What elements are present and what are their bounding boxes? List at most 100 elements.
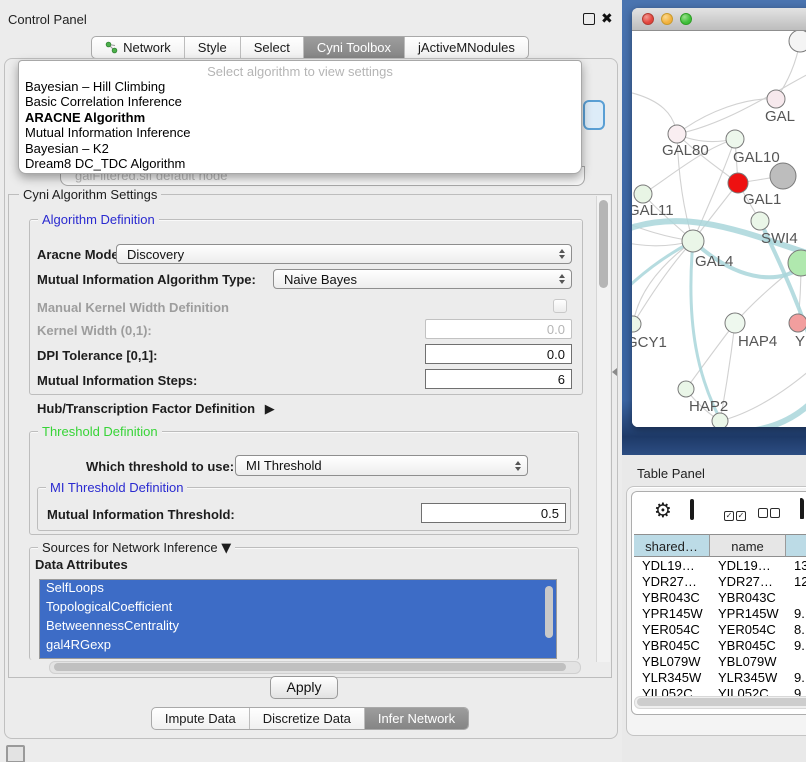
expand-down-icon[interactable]: ▼: [221, 541, 231, 556]
node-unlabeled-top[interactable]: [789, 31, 806, 52]
bottom-tab-infer-network[interactable]: Infer Network: [364, 708, 468, 729]
apply-button[interactable]: Apply: [270, 676, 338, 699]
settings-group-title: Cyni Algorithm Settings: [19, 187, 161, 202]
hidden-combo-button[interactable]: [583, 100, 605, 130]
node-hap2[interactable]: [678, 381, 694, 397]
dpi-tolerance-field[interactable]: 0.0: [425, 344, 572, 364]
node-unlabeled-gray[interactable]: [770, 163, 796, 189]
bottom-tab-label: Discretize Data: [263, 711, 351, 726]
algorithm-option-basic-correlation-inference[interactable]: Basic Correlation Inference: [19, 94, 581, 109]
panel-resize-handle[interactable]: [612, 368, 617, 376]
expand-right-icon[interactable]: ▶: [265, 402, 275, 417]
bottom-tab-label: Infer Network: [378, 711, 455, 726]
mi-threshold-field[interactable]: 0.5: [421, 503, 566, 523]
node-gal4[interactable]: [682, 230, 704, 252]
threshold-definition-title: Threshold Definition: [38, 424, 162, 439]
algorithm-option-bayesian-hill-climbing[interactable]: Bayesian – Hill Climbing: [19, 79, 581, 94]
column-header-2[interactable]: [786, 534, 806, 557]
node-swi4[interactable]: [751, 212, 769, 230]
node-hap4[interactable]: [725, 313, 745, 333]
table-cell: 9.: [794, 638, 806, 653]
algorithm-option-mutual-information-inference[interactable]: Mutual Information Inference: [19, 125, 581, 140]
column-header-name[interactable]: name: [710, 534, 786, 557]
list-scrollbar[interactable]: [545, 586, 553, 638]
table-panel: ⚙ ✓✓ shared…name YDL19…YDL19…13YDR27…YDR…: [626, 486, 806, 736]
algorithm-option-aracne-algorithm[interactable]: ARACNE Algorithm: [19, 110, 581, 125]
table-horizontal-scrollbar[interactable]: [634, 696, 806, 709]
tab-jactivemnodules[interactable]: jActiveMNodules: [404, 37, 528, 58]
dpi-tolerance-label: DPI Tolerance [0,1]:: [37, 348, 157, 363]
mi-threshold-group-title: MI Threshold Definition: [46, 480, 187, 495]
table-row[interactable]: YDL19…YDL19…13: [632, 557, 806, 573]
table-row[interactable]: YER054CYER054C8.: [632, 621, 806, 637]
split-view-icon[interactable]: [690, 501, 694, 519]
table-row[interactable]: YBR043CYBR043C: [632, 589, 806, 605]
tab-label: Select: [254, 40, 290, 55]
node-gal1[interactable]: [728, 173, 748, 193]
which-threshold-select[interactable]: MI Threshold: [235, 455, 528, 476]
settings-horizontal-scrollbar[interactable]: [49, 661, 581, 674]
algorithm-option-dream8-dc-tdc-algorithm[interactable]: Dream8 DC_TDC Algorithm: [19, 156, 581, 171]
attribute-item-betweennesscentrality[interactable]: BetweennessCentrality: [40, 618, 556, 637]
node-gcy1[interactable]: [632, 316, 641, 332]
zoom-traffic-light[interactable]: [680, 13, 692, 25]
mi-algorithm-type-select[interactable]: Naive Bayes: [273, 269, 572, 289]
table-cell: 13: [794, 558, 806, 573]
settings-vertical-scrollbar[interactable]: [596, 196, 610, 662]
close-icon[interactable]: ✖: [601, 12, 613, 26]
aracne-mode-select[interactable]: Discovery: [116, 244, 572, 264]
tab-network[interactable]: Network: [92, 37, 184, 58]
mi-steps-field[interactable]: 6: [425, 369, 572, 389]
hub-section-label[interactable]: Hub/Transcription Factor Definition ▶: [37, 401, 275, 417]
algorithm-option-bayesian-k2[interactable]: Bayesian – K2: [19, 141, 581, 156]
minimize-traffic-light[interactable]: [661, 13, 673, 25]
node-gal-cut[interactable]: [767, 90, 785, 108]
table-row[interactable]: YPR145WYPR145W9.: [632, 605, 806, 621]
sources-group-title[interactable]: Sources for Network Inference ▼: [38, 540, 235, 556]
mi-steps-label: Mutual Information Steps:: [37, 373, 197, 388]
gear-icon[interactable]: ⚙: [654, 498, 672, 522]
table-cell: YLR345W: [642, 670, 708, 685]
node-y-cut[interactable]: [789, 314, 806, 332]
bottom-tab-impute-data[interactable]: Impute Data: [152, 708, 249, 729]
data-attributes-label: Data Attributes: [35, 557, 128, 572]
tab-style[interactable]: Style: [184, 37, 240, 58]
tab-label: Style: [198, 40, 227, 55]
document-icon[interactable]: [800, 500, 804, 518]
network-canvas[interactable]: GALGAL80GAL10GAL1GAL11SWI4GAL4GCY1HAP4YH…: [632, 31, 806, 427]
node-gal11[interactable]: [634, 185, 652, 203]
deselect-all-icon[interactable]: [758, 505, 782, 523]
node-unlabeled-bottom[interactable]: [712, 413, 728, 427]
select-all-icon[interactable]: ✓✓: [724, 505, 748, 523]
table-cell: 12: [794, 574, 806, 589]
aracne-mode-value: Discovery: [127, 247, 184, 262]
table-cell: 8.: [794, 622, 806, 637]
tab-label: Network: [123, 40, 171, 55]
node-swi4-label: SWI4: [761, 230, 798, 247]
node-gal-cut-label: GAL: [765, 108, 795, 125]
node-gal10[interactable]: [726, 130, 744, 148]
float-window-icon[interactable]: [583, 13, 595, 25]
attribute-item-topologicalcoefficient[interactable]: TopologicalCoefficient: [40, 599, 556, 618]
table-row[interactable]: YLR345WYLR345W9.: [632, 669, 806, 685]
algorithm-dropdown-popup: Select algorithm to view settings Bayesi…: [18, 60, 582, 174]
close-traffic-light[interactable]: [642, 13, 654, 25]
data-attributes-list: SelfLoopsTopologicalCoefficientBetweenne…: [39, 579, 557, 659]
node-gal4-label: GAL4: [695, 253, 733, 270]
table-cell: 9.: [794, 606, 806, 621]
tab-cyni-toolbox[interactable]: Cyni Toolbox: [303, 37, 404, 58]
table-row[interactable]: YBR045CYBR045C9.: [632, 637, 806, 653]
algorithm-dropdown-placeholder: Select algorithm to view settings: [19, 61, 581, 79]
attribute-item-gal4rgexp[interactable]: gal4RGexp: [40, 637, 556, 656]
column-header-shared[interactable]: shared…: [634, 534, 710, 557]
node-gal80[interactable]: [668, 125, 686, 143]
table-cell: YBR043C: [642, 590, 708, 605]
network-window-titlebar[interactable]: [632, 8, 806, 31]
table-row[interactable]: YBL079WYBL079W: [632, 653, 806, 669]
tab-select[interactable]: Select: [240, 37, 303, 58]
dock-panel-icon[interactable]: [6, 745, 25, 762]
table-row[interactable]: YDR27…YDR27…12: [632, 573, 806, 589]
attribute-item-selfloops[interactable]: SelfLoops: [40, 580, 556, 599]
bottom-tab-discretize-data[interactable]: Discretize Data: [249, 708, 364, 729]
algorithm-option-list: Bayesian – Hill ClimbingBasic Correlatio…: [19, 79, 581, 171]
